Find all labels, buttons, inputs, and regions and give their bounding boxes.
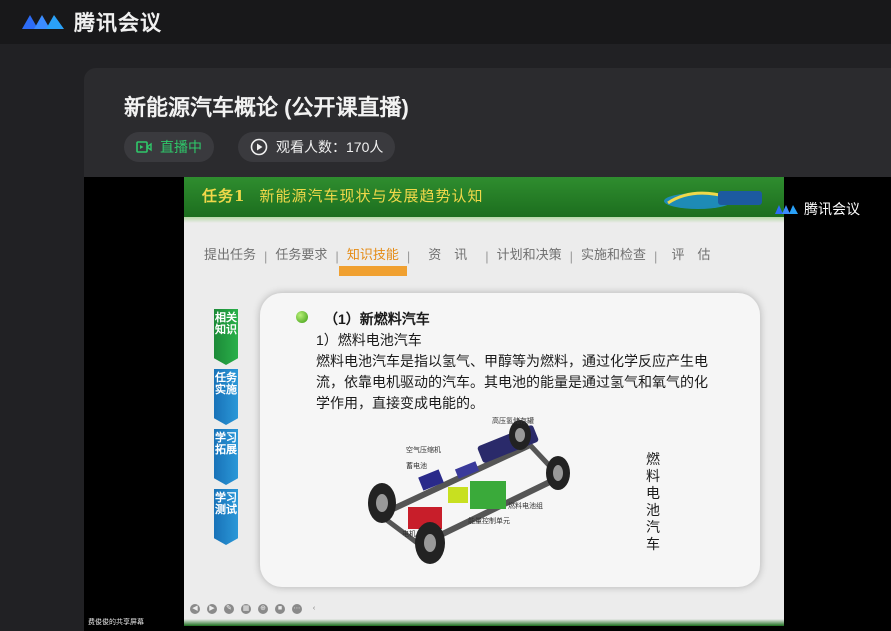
- tencent-meeting-logo-icon: [20, 11, 68, 33]
- tab-information[interactable]: 资 讯: [420, 242, 475, 270]
- pages-icon[interactable]: ▦: [241, 604, 251, 614]
- label-hydrogen-tank: 高压氢储存罐: [492, 417, 534, 425]
- label-energy-control-unit: 能量控制单元: [468, 517, 510, 525]
- viewer-count-badge: 观看人数：170人: [238, 132, 396, 162]
- label-battery: 蓄电池: [406, 462, 427, 470]
- slide-bottom-bar: [184, 619, 784, 626]
- meeting-watermark: 腾讯会议: [774, 199, 860, 219]
- slide-heading-text: 新能源汽车现状与发展趋势认知: [259, 187, 484, 205]
- label-fuel-cell-stack: 燃料电池组: [508, 502, 543, 510]
- slide-header-stripe: [184, 217, 784, 223]
- app-titlebar: 腾讯会议: [0, 0, 891, 44]
- live-status-badge: 直播中: [124, 132, 214, 162]
- tab-knowledge-skills[interactable]: 知识技能: [338, 242, 407, 276]
- collapse-icon[interactable]: ‹: [309, 604, 319, 614]
- tab-propose[interactable]: 提出任务: [196, 242, 264, 270]
- point-title: （1）新燃料汽车: [324, 311, 430, 327]
- side-button-learning-test[interactable]: 学习测试: [214, 489, 238, 545]
- slide-tab-bar: 提出任务 | 任务要求 | 知识技能 | 资 讯 | 计划和决策 | 实施和检查…: [184, 239, 784, 276]
- watermark-text: 腾讯会议: [804, 201, 860, 217]
- screen-sharer-label: 费俊俊的共享屏幕: [88, 619, 144, 626]
- side-button-task-implementation[interactable]: 任务实施: [214, 369, 238, 425]
- app-title: 腾讯会议: [74, 12, 162, 35]
- sub-title: 1）燃料电池汽车: [316, 332, 422, 348]
- shared-slide: 任务1 新能源汽车现状与发展趋势认知 提出任务 | 任务要求 | 知识技能 | 资…: [184, 177, 784, 626]
- label-air-compressor: 空气压缩机: [406, 446, 441, 454]
- tab-planning[interactable]: 计划和决策: [489, 242, 570, 270]
- fuel-cell-car-diagram: 高压氢储存罐 空气压缩机 蓄电池 燃料电池组 能量控制单元 电机: [360, 415, 580, 575]
- side-button-learning-extension[interactable]: 学习拓展: [214, 429, 238, 485]
- video-stage[interactable]: 任务1 新能源汽车现状与发展趋势认知 提出任务 | 任务要求 | 知识技能 | 资…: [84, 177, 891, 631]
- description-paragraph: 燃料电池汽车是指以氢气、甲醇等为燃料，通过化学反应产生电流，依靠电机驱动的汽车。…: [316, 353, 708, 411]
- slideshow-controls: ◀ ▶ ✎ ▦ ⊕ ■ ⋯ ‹: [184, 599, 784, 619]
- prev-slide-icon[interactable]: ◀: [190, 604, 200, 614]
- label-motor: 电机: [402, 530, 416, 538]
- live-status-label: 直播中: [160, 139, 202, 155]
- slide-task-label: 任务1: [202, 187, 246, 205]
- green-bullet-icon: [296, 311, 308, 323]
- more-icon[interactable]: ⋯: [292, 604, 302, 614]
- play-circle-icon: [250, 138, 268, 156]
- camera-icon[interactable]: ■: [275, 604, 285, 614]
- chassis-illustration: [368, 420, 570, 564]
- next-slide-icon[interactable]: ▶: [207, 604, 217, 614]
- pen-icon[interactable]: ✎: [224, 604, 234, 614]
- tab-evaluation[interactable]: 评 估: [663, 242, 718, 270]
- slide-content-box: （1）新燃料汽车 1）燃料电池汽车 燃料电池汽车是指以氢气、甲醇等为燃料，通过化…: [260, 293, 760, 587]
- tab-requirements[interactable]: 任务要求: [267, 242, 335, 270]
- zoom-icon[interactable]: ⊕: [258, 604, 268, 614]
- vertical-title: 燃料电池汽车: [646, 451, 660, 552]
- side-button-related-knowledge[interactable]: 相关知识: [214, 309, 238, 365]
- viewer-count-label: 观看人数：170人: [276, 139, 384, 155]
- video-camera-icon: [136, 141, 152, 153]
- room-title: 新能源汽车概论 (公开课直播): [124, 95, 409, 120]
- tencent-meeting-small-logo-icon: [775, 205, 798, 214]
- slide-heading: 任务1 新能源汽车现状与发展趋势认知: [202, 185, 483, 206]
- tab-implementation[interactable]: 实施和检查: [573, 242, 654, 270]
- slide-brand-logo-icon: [662, 183, 782, 213]
